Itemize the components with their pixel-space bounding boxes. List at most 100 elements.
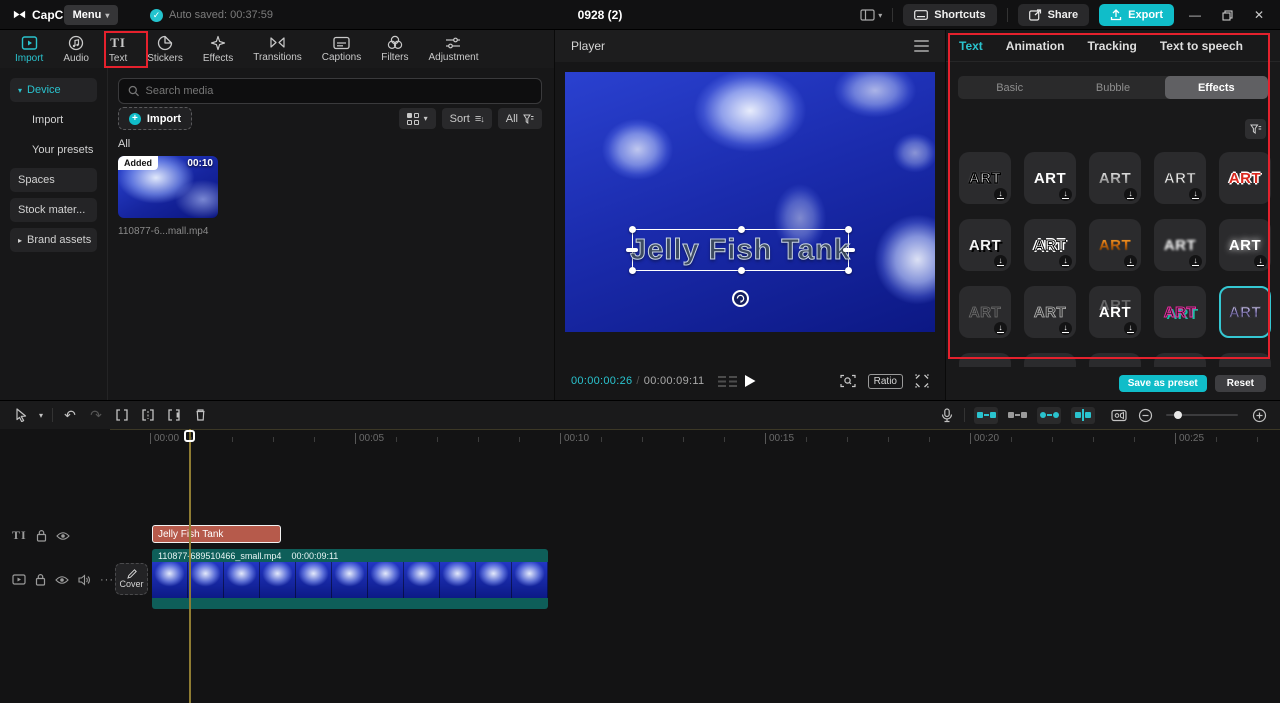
resize-handle[interactable] bbox=[737, 226, 745, 233]
sort-button[interactable]: Sort ≡↓ bbox=[441, 108, 492, 129]
tab-stickers[interactable]: Stickers bbox=[140, 35, 190, 64]
auto-ripple-toggle[interactable] bbox=[1008, 412, 1027, 418]
zoom-out-button[interactable] bbox=[1132, 405, 1158, 425]
playhead-line[interactable] bbox=[189, 429, 191, 703]
resize-handle[interactable] bbox=[629, 226, 636, 233]
effect-tile[interactable]: ART ↓ bbox=[1154, 219, 1206, 271]
effect-tile[interactable]: ART ↓ bbox=[959, 286, 1011, 338]
effect-tile[interactable]: ART ↓ bbox=[1219, 219, 1271, 271]
eye-icon[interactable] bbox=[55, 575, 69, 585]
tab-import[interactable]: Import bbox=[8, 35, 50, 64]
effect-tile[interactable]: ART ↓ bbox=[1024, 152, 1076, 204]
shortcuts-button[interactable]: Shortcuts bbox=[903, 4, 997, 26]
playhead-handle[interactable] bbox=[184, 430, 195, 442]
effect-tile[interactable]: ART bbox=[1219, 152, 1271, 204]
text-overlay-selection[interactable]: Jelly Fish Tank bbox=[626, 226, 855, 274]
tab-transitions[interactable]: Transitions bbox=[246, 35, 309, 63]
minimize-button[interactable]: — bbox=[1184, 8, 1206, 22]
chevron-down-icon[interactable]: ▾ bbox=[34, 405, 48, 425]
tab-text[interactable]: TI Text bbox=[102, 35, 134, 64]
view-mode-button[interactable]: ▾ bbox=[398, 108, 436, 129]
video-clip[interactable]: 110877-689510466_small.mp4 00:00:09:11 bbox=[152, 549, 548, 609]
more-options-icon[interactable]: ··· bbox=[100, 574, 114, 586]
lock-icon[interactable] bbox=[35, 573, 46, 586]
rotate-handle[interactable] bbox=[732, 290, 749, 307]
import-media-button[interactable]: + Import bbox=[118, 107, 192, 130]
tab-animation[interactable]: Animation bbox=[1006, 39, 1065, 53]
resize-handle[interactable] bbox=[843, 248, 855, 252]
effect-tile[interactable]: ART ↓ bbox=[1154, 152, 1206, 204]
effect-tile[interactable]: ART bbox=[1154, 286, 1206, 338]
timeline-zoom-slider[interactable] bbox=[1166, 411, 1238, 419]
zoom-in-button[interactable] bbox=[1246, 405, 1272, 425]
split-button[interactable] bbox=[135, 405, 161, 425]
restore-button[interactable] bbox=[1216, 9, 1238, 21]
overlay-text[interactable]: Jelly Fish Tank bbox=[630, 230, 851, 270]
tab-adjustment[interactable]: Adjustment bbox=[421, 36, 485, 63]
segment-basic[interactable]: Basic bbox=[958, 76, 1061, 99]
resize-handle[interactable] bbox=[845, 226, 852, 233]
nav-device[interactable]: ▾ Device bbox=[10, 78, 97, 102]
reset-button[interactable]: Reset bbox=[1214, 375, 1266, 392]
effect-tile[interactable]: ART ↓ bbox=[1089, 219, 1141, 271]
text-clip[interactable]: Jelly Fish Tank bbox=[152, 525, 281, 543]
tab-audio[interactable]: Audio bbox=[56, 35, 96, 64]
effect-tile[interactable]: ART ↓ bbox=[959, 152, 1011, 204]
cover-button[interactable]: Cover bbox=[115, 563, 148, 595]
split-left-button[interactable] bbox=[109, 405, 135, 425]
video-preview[interactable]: Jelly Fish Tank bbox=[565, 72, 935, 332]
resize-handle[interactable] bbox=[737, 267, 745, 274]
effect-tile[interactable]: ART ↓ bbox=[1024, 286, 1076, 338]
resize-handle[interactable] bbox=[629, 267, 636, 274]
segment-bubble[interactable]: Bubble bbox=[1061, 76, 1164, 99]
menu-button[interactable]: Menu ▾ bbox=[64, 5, 118, 25]
share-button[interactable]: Share bbox=[1017, 4, 1090, 26]
tab-text[interactable]: Text bbox=[959, 39, 983, 53]
split-right-button[interactable] bbox=[161, 405, 187, 425]
save-as-preset-button[interactable]: Save as preset bbox=[1118, 375, 1207, 392]
slider-knob[interactable] bbox=[1174, 411, 1182, 419]
search-input[interactable] bbox=[145, 85, 532, 97]
screen-record-icon[interactable] bbox=[1106, 405, 1132, 425]
undo-button[interactable]: ↶ bbox=[57, 405, 83, 425]
effects-filter-button[interactable] bbox=[1245, 119, 1266, 139]
tab-filters[interactable]: Filters bbox=[374, 35, 415, 63]
close-button[interactable]: ✕ bbox=[1248, 8, 1270, 22]
tab-text-to-speech[interactable]: Text to speech bbox=[1160, 39, 1243, 53]
layout-switch-button[interactable]: ▾ bbox=[860, 9, 882, 21]
redo-button[interactable]: ↷ bbox=[83, 405, 109, 425]
fullscreen-icon[interactable] bbox=[915, 374, 929, 388]
preview-zoom-icon[interactable] bbox=[840, 374, 856, 388]
magnetic-snap-toggle[interactable] bbox=[974, 406, 998, 424]
effect-tile[interactable]: ART ↓ bbox=[1089, 152, 1141, 204]
play-button[interactable] bbox=[744, 374, 757, 388]
resize-handle[interactable] bbox=[626, 248, 638, 252]
effect-tile-selected[interactable]: ART bbox=[1219, 286, 1271, 338]
timeline-ruler[interactable]: 00:00 00:05 00:10 00:15 00:20 00:25 bbox=[110, 429, 1280, 447]
tab-effects[interactable]: Effects bbox=[196, 35, 240, 64]
nav-your-presets[interactable]: Your presets bbox=[10, 138, 97, 162]
player-menu-icon[interactable] bbox=[914, 40, 929, 52]
search-bar[interactable] bbox=[118, 78, 542, 104]
export-button[interactable]: Export bbox=[1099, 4, 1174, 26]
effect-tile[interactable]: ART ↓ bbox=[959, 219, 1011, 271]
preview-quality-icon[interactable] bbox=[718, 375, 738, 387]
resize-handle[interactable] bbox=[845, 267, 852, 274]
segment-effects[interactable]: Effects bbox=[1164, 76, 1268, 99]
nav-stock-materials[interactable]: Stock mater... bbox=[10, 198, 97, 222]
nav-brand-assets[interactable]: ▸ Brand assets bbox=[10, 228, 97, 252]
preview-axis-toggle[interactable] bbox=[1071, 406, 1095, 424]
select-tool-button[interactable] bbox=[8, 405, 34, 425]
link-clips-toggle[interactable] bbox=[1037, 406, 1061, 424]
tab-tracking[interactable]: Tracking bbox=[1087, 39, 1136, 53]
nav-import[interactable]: Import bbox=[10, 108, 97, 132]
effect-tile[interactable]: ART ↓ bbox=[1089, 286, 1141, 338]
filter-button[interactable]: All bbox=[497, 108, 542, 129]
tab-captions[interactable]: Captions bbox=[315, 36, 368, 63]
lock-icon[interactable] bbox=[36, 529, 47, 542]
media-thumbnail[interactable]: Added 00:10 bbox=[118, 156, 218, 218]
eye-icon[interactable] bbox=[55, 531, 70, 541]
record-voiceover-button[interactable] bbox=[934, 405, 960, 425]
speaker-icon[interactable] bbox=[78, 573, 91, 586]
nav-spaces[interactable]: Spaces bbox=[10, 168, 97, 192]
